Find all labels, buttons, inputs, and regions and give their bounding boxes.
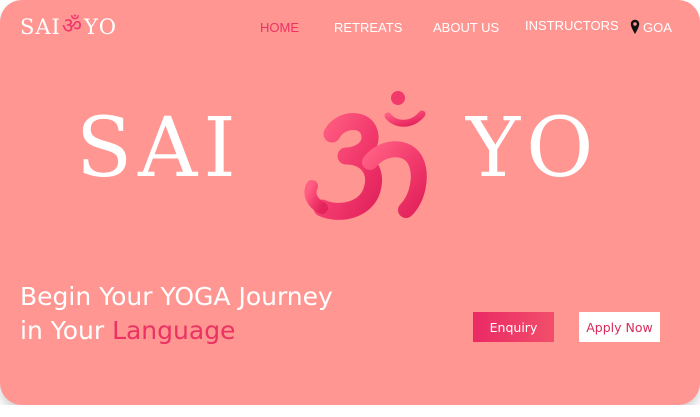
tagline-line-1: Begin Your YOGA Journey <box>20 282 333 311</box>
location-selector[interactable]: GOA <box>630 19 672 35</box>
nav-home[interactable]: HOME <box>260 20 299 35</box>
om-symbol-icon <box>304 91 427 220</box>
tagline-accent-word: Language <box>112 316 236 345</box>
location-pin-icon <box>630 19 640 34</box>
logo-text-left: SAI <box>20 14 61 39</box>
nav-about-us[interactable]: ABOUT US <box>433 20 499 35</box>
hero-title-left: SAI <box>76 101 242 196</box>
app-frame: SAI ॐ YO HOME RETREATS ABOUT US INSTRUCT… <box>0 0 700 405</box>
om-logo-icon: ॐ <box>61 14 83 39</box>
nav-retreats[interactable]: RETREATS <box>334 20 402 35</box>
hero-title-right: YO <box>466 101 600 196</box>
apply-now-button[interactable]: Apply Now <box>579 312 660 342</box>
tagline-line-2-prefix: in Your <box>20 316 113 345</box>
tagline-line-2: in Your Language <box>20 314 333 348</box>
logo-text-right: YO <box>83 14 118 39</box>
enquiry-button[interactable]: Enquiry <box>473 312 554 342</box>
hero-tagline: Begin Your YOGA Journey in Your Language <box>20 280 333 348</box>
bottom-strip <box>0 405 700 417</box>
location-label: GOA <box>643 19 672 35</box>
nav-instructors[interactable]: INSTRUCTORS <box>525 18 619 33</box>
header-logo[interactable]: SAI ॐ YO <box>20 13 117 41</box>
